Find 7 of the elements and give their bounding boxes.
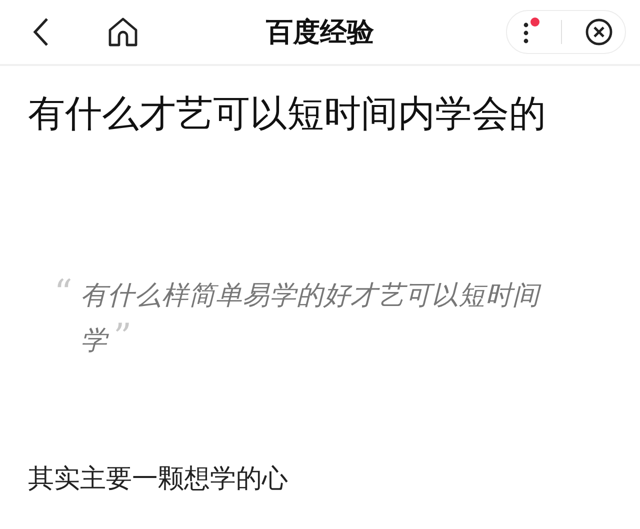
open-quote-mark: “ [54,274,72,316]
page-title: 百度经验 [266,16,374,50]
paragraph-text: 其实主要一颗想学的心 [28,463,289,496]
home-icon[interactable] [106,15,140,49]
article-title: 有什么才艺可以短时间内学会的 [28,91,547,137]
close-icon[interactable] [584,17,614,47]
quote-text: 有什么样简单易学的好才艺可以短时间学 ” [80,279,542,360]
